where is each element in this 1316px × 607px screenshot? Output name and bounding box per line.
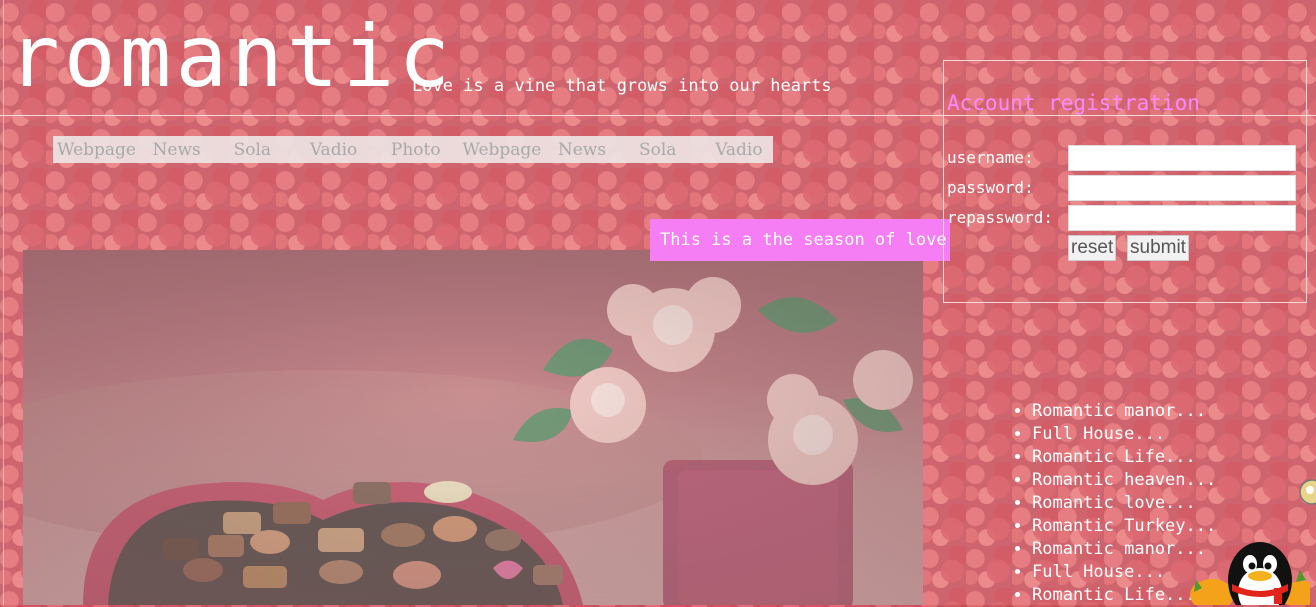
password-label: password: <box>947 178 1034 197</box>
list-item: Romantic Life... <box>1032 584 1216 607</box>
repassword-label: repassword: <box>947 208 1053 227</box>
nav-item-news[interactable]: News <box>149 140 230 160</box>
site-logo: romantic <box>8 7 455 107</box>
sidebar-link[interactable]: Romantic love... <box>1032 493 1196 513</box>
list-item: Full House... <box>1032 423 1216 446</box>
sidebar-link[interactable]: Romantic Turkey... <box>1032 516 1216 536</box>
sidebar-link[interactable]: Romantic Life... <box>1032 585 1196 605</box>
reset-button[interactable]: reset <box>1068 235 1117 261</box>
submit-button[interactable]: submit <box>1127 235 1189 261</box>
sidebar-link[interactable]: Romantic manor... <box>1032 401 1206 421</box>
hero-image <box>23 250 923 605</box>
nav-item-news-2[interactable]: News <box>554 140 635 160</box>
float-badge-icon[interactable] <box>1298 476 1316 508</box>
nav-item-sola-2[interactable]: Sola <box>635 140 711 160</box>
qq-penguin-icon[interactable] <box>1190 540 1310 605</box>
nav-item-vadio-2[interactable]: Vadio <box>711 140 773 160</box>
sidebar-link-list: Romantic manor... Full House... Romantic… <box>1012 400 1216 607</box>
left-border-line <box>3 0 4 605</box>
registration-panel: Account registration username: password:… <box>943 60 1307 303</box>
sidebar-link[interactable]: Full House... <box>1032 424 1165 444</box>
password-input[interactable] <box>1068 175 1296 201</box>
main-nav: Webpage News Sola Vadio Photo Webpage Ne… <box>53 136 773 163</box>
nav-item-sola[interactable]: Sola <box>230 140 306 160</box>
nav-item-vadio[interactable]: Vadio <box>306 140 387 160</box>
username-label: username: <box>947 148 1034 167</box>
list-item: Romantic love... <box>1032 492 1216 515</box>
season-banner: This is a the season of love <box>650 219 950 261</box>
repassword-input[interactable] <box>1068 205 1296 231</box>
list-item: Romantic manor... <box>1032 400 1216 423</box>
list-item: Romantic Turkey... <box>1032 515 1216 538</box>
registration-title: Account registration <box>947 91 1200 115</box>
sidebar-link[interactable]: Romantic heaven... <box>1032 470 1216 490</box>
list-item: Full House... <box>1032 561 1216 584</box>
site-tagline: Love is a vine that grows into our heart… <box>412 76 832 96</box>
heart-chocolate-box-photo <box>23 250 923 605</box>
list-item: Romantic heaven... <box>1032 469 1216 492</box>
sidebar-link[interactable]: Romantic Life... <box>1032 447 1196 467</box>
list-item: Romantic manor... <box>1032 538 1216 561</box>
sidebar-link[interactable]: Romantic manor... <box>1032 539 1206 559</box>
sidebar-link[interactable]: Full House... <box>1032 562 1165 582</box>
nav-item-photo[interactable]: Photo <box>387 140 458 160</box>
nav-item-webpage-2[interactable]: Webpage <box>458 140 554 160</box>
username-input[interactable] <box>1068 145 1296 171</box>
nav-item-webpage[interactable]: Webpage <box>53 140 149 160</box>
list-item: Romantic Life... <box>1032 446 1216 469</box>
